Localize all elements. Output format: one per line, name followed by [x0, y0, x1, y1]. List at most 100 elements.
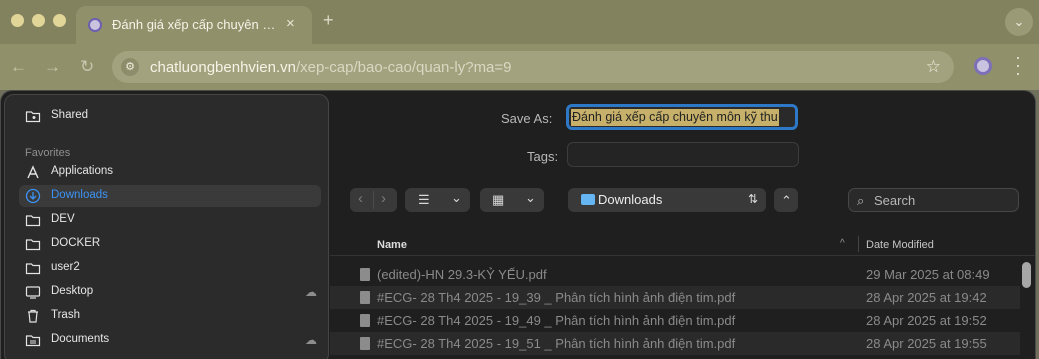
- pdf-file-icon: [360, 337, 370, 350]
- tab-close-icon[interactable]: ×: [286, 15, 295, 32]
- grid-view-button[interactable]: ▦ ⌄: [480, 188, 544, 212]
- column-divider[interactable]: [858, 236, 859, 252]
- sidebar-item-label: user2: [51, 261, 80, 273]
- file-date: 28 Apr 2025 at 19:42: [866, 290, 987, 305]
- sidebar: Shared Favorites Applications Downloads …: [4, 94, 329, 359]
- search-field[interactable]: ⌕ Search: [848, 188, 1019, 212]
- divider: [373, 191, 374, 209]
- icloud-icon: ☁: [305, 333, 317, 347]
- sidebar-item-applications[interactable]: Applications: [19, 161, 321, 183]
- minimize-window-button[interactable]: [32, 14, 45, 27]
- folder-icon: [25, 239, 41, 251]
- sidebar-item-label: Desktop: [51, 285, 94, 297]
- save-as-field[interactable]: Đánh giá xếp cấp chuyên môn kỹ thu: [566, 104, 798, 130]
- file-date: 29 Mar 2025 at 08:49: [866, 267, 990, 282]
- search-icon: ⌕: [857, 193, 865, 208]
- save-dialog: Shared Favorites Applications Downloads …: [0, 90, 1036, 359]
- updown-arrows-icon: ⇅: [748, 192, 759, 206]
- column-header-name[interactable]: Name: [377, 239, 407, 251]
- column-header-date[interactable]: Date Modified: [866, 239, 934, 251]
- desktop-icon: [25, 286, 41, 299]
- file-row[interactable]: (edited)-HN 29.3-KỶ YẾU.pdf 29 Mar 2025 …: [330, 263, 1020, 286]
- save-as-value: Đánh giá xếp cấp chuyên môn kỹ thu: [571, 109, 779, 126]
- reload-icon[interactable]: ↻: [80, 57, 94, 77]
- close-window-button[interactable]: [11, 14, 24, 27]
- folder-icon: [25, 263, 41, 275]
- sidebar-item-documents[interactable]: Documents ☁: [19, 329, 321, 351]
- folder-icon: [581, 194, 595, 205]
- location-label: Downloads: [598, 192, 663, 207]
- grid-view-icon: ▦: [492, 192, 505, 207]
- downloads-icon: [25, 188, 41, 204]
- icloud-icon: ☁: [305, 285, 317, 299]
- site-settings-icon[interactable]: ⚙: [121, 58, 139, 76]
- sidebar-item-label: DOCKER: [51, 237, 101, 249]
- trash-icon: [28, 309, 38, 323]
- url-path: /xep-cap/bao-cao/quan-ly?ma=9: [295, 59, 512, 76]
- sort-ascending-icon: ^: [840, 238, 845, 249]
- bookmark-star-icon[interactable]: ☆: [926, 57, 941, 77]
- nav-forward-icon[interactable]: ›: [381, 190, 386, 207]
- sidebar-item-dev[interactable]: DEV: [19, 209, 321, 231]
- file-row[interactable]: #ECG- 28 Th4 2025 - 19_51 _ Phân tích hì…: [330, 332, 1020, 355]
- sidebar-item-label: Downloads: [51, 189, 108, 201]
- url-text: chatluongbenhvien.vn/xep-cap/bao-cao/qua…: [150, 59, 512, 76]
- favorites-heading: Favorites: [25, 147, 71, 159]
- sidebar-item-docker[interactable]: DOCKER: [19, 233, 321, 255]
- sidebar-item-label: DEV: [51, 213, 75, 225]
- sidebar-item-downloads[interactable]: Downloads: [19, 185, 321, 207]
- sidebar-item-desktop[interactable]: Desktop ☁: [19, 281, 321, 303]
- back-forward-control[interactable]: ‹ ›: [350, 188, 397, 212]
- list-view-button[interactable]: ☰ ⌄: [405, 188, 470, 212]
- address-bar[interactable]: ⚙ chatluongbenhvien.vn/xep-cap/bao-cao/q…: [112, 51, 954, 83]
- file-row[interactable]: #ECG- 28 Th4 2025 - 19_49 _ Phân tích hì…: [330, 309, 1020, 332]
- browser-toolbar: ← → ↻ ⚙ chatluongbenhvien.vn/xep-cap/bao…: [0, 44, 1039, 90]
- list-view-icon: ☰: [418, 192, 430, 207]
- pdf-file-icon: [360, 291, 370, 304]
- url-host: chatluongbenhvien.vn: [150, 59, 296, 76]
- sidebar-item-label: Shared: [51, 109, 89, 121]
- tab-search-chevron-icon[interactable]: ⌄: [1005, 8, 1033, 36]
- save-as-label: Save As:: [501, 111, 553, 126]
- shared-folder-icon: [25, 111, 41, 123]
- tags-label: Tags:: [527, 149, 559, 164]
- file-name: #ECG- 28 Th4 2025 - 19_39 _ Phân tích hì…: [377, 290, 736, 305]
- scrollbar-thumb[interactable]: [1022, 262, 1031, 288]
- location-popup[interactable]: Downloads ⇅: [568, 188, 766, 212]
- tags-field[interactable]: [567, 142, 799, 167]
- sidebar-item-user2[interactable]: user2: [19, 257, 321, 279]
- sidebar-item-trash[interactable]: Trash: [19, 305, 321, 327]
- file-date: 28 Apr 2025 at 19:52: [866, 313, 987, 328]
- forward-icon[interactable]: →: [44, 57, 61, 77]
- browser-tab[interactable]: Đánh giá xếp cấp chuyên môn ×: [76, 6, 312, 44]
- file-date: 28 Apr 2025 at 19:55: [866, 336, 987, 351]
- sidebar-item-label: Documents: [51, 333, 110, 345]
- new-tab-button[interactable]: +: [323, 10, 334, 31]
- tab-title: Đánh giá xếp cấp chuyên môn: [112, 17, 280, 32]
- sidebar-item-label: Trash: [51, 309, 80, 321]
- nav-back-icon[interactable]: ‹: [358, 190, 363, 207]
- folder-icon: [25, 215, 41, 227]
- pdf-file-icon: [360, 314, 370, 327]
- pdf-file-icon: [360, 268, 370, 281]
- applications-icon: [27, 165, 39, 179]
- file-row[interactable]: #ECG- 28 Th4 2025 - 19_39 _ Phân tích hì…: [330, 286, 1020, 309]
- sidebar-item-label: Applications: [51, 165, 114, 177]
- search-placeholder: Search: [874, 193, 916, 208]
- extension-icon[interactable]: [974, 57, 992, 75]
- file-name: #ECG- 28 Th4 2025 - 19_49 _ Phân tích hì…: [377, 313, 736, 328]
- browser-tab-bar: Đánh giá xếp cấp chuyên môn × + ⌄: [0, 0, 1039, 44]
- documents-icon: [25, 335, 41, 347]
- zoom-window-button[interactable]: [53, 14, 66, 27]
- expand-collapse-button[interactable]: ⌃: [774, 188, 798, 212]
- more-menu-icon[interactable]: · · ·: [1015, 48, 1021, 82]
- file-name: #ECG- 28 Th4 2025 - 19_51 _ Phân tích hì…: [377, 336, 736, 351]
- site-favicon-icon: [88, 18, 102, 32]
- chevron-down-icon: ⌄: [451, 190, 462, 205]
- sidebar-item-shared[interactable]: Shared: [19, 105, 321, 127]
- file-name: (edited)-HN 29.3-KỶ YẾU.pdf: [377, 267, 547, 282]
- chevron-up-icon: ⌃: [781, 193, 792, 208]
- file-list-header: Name ^ Date Modified: [330, 233, 1035, 256]
- chevron-down-icon: ⌄: [525, 190, 536, 205]
- back-icon[interactable]: ←: [10, 57, 27, 77]
